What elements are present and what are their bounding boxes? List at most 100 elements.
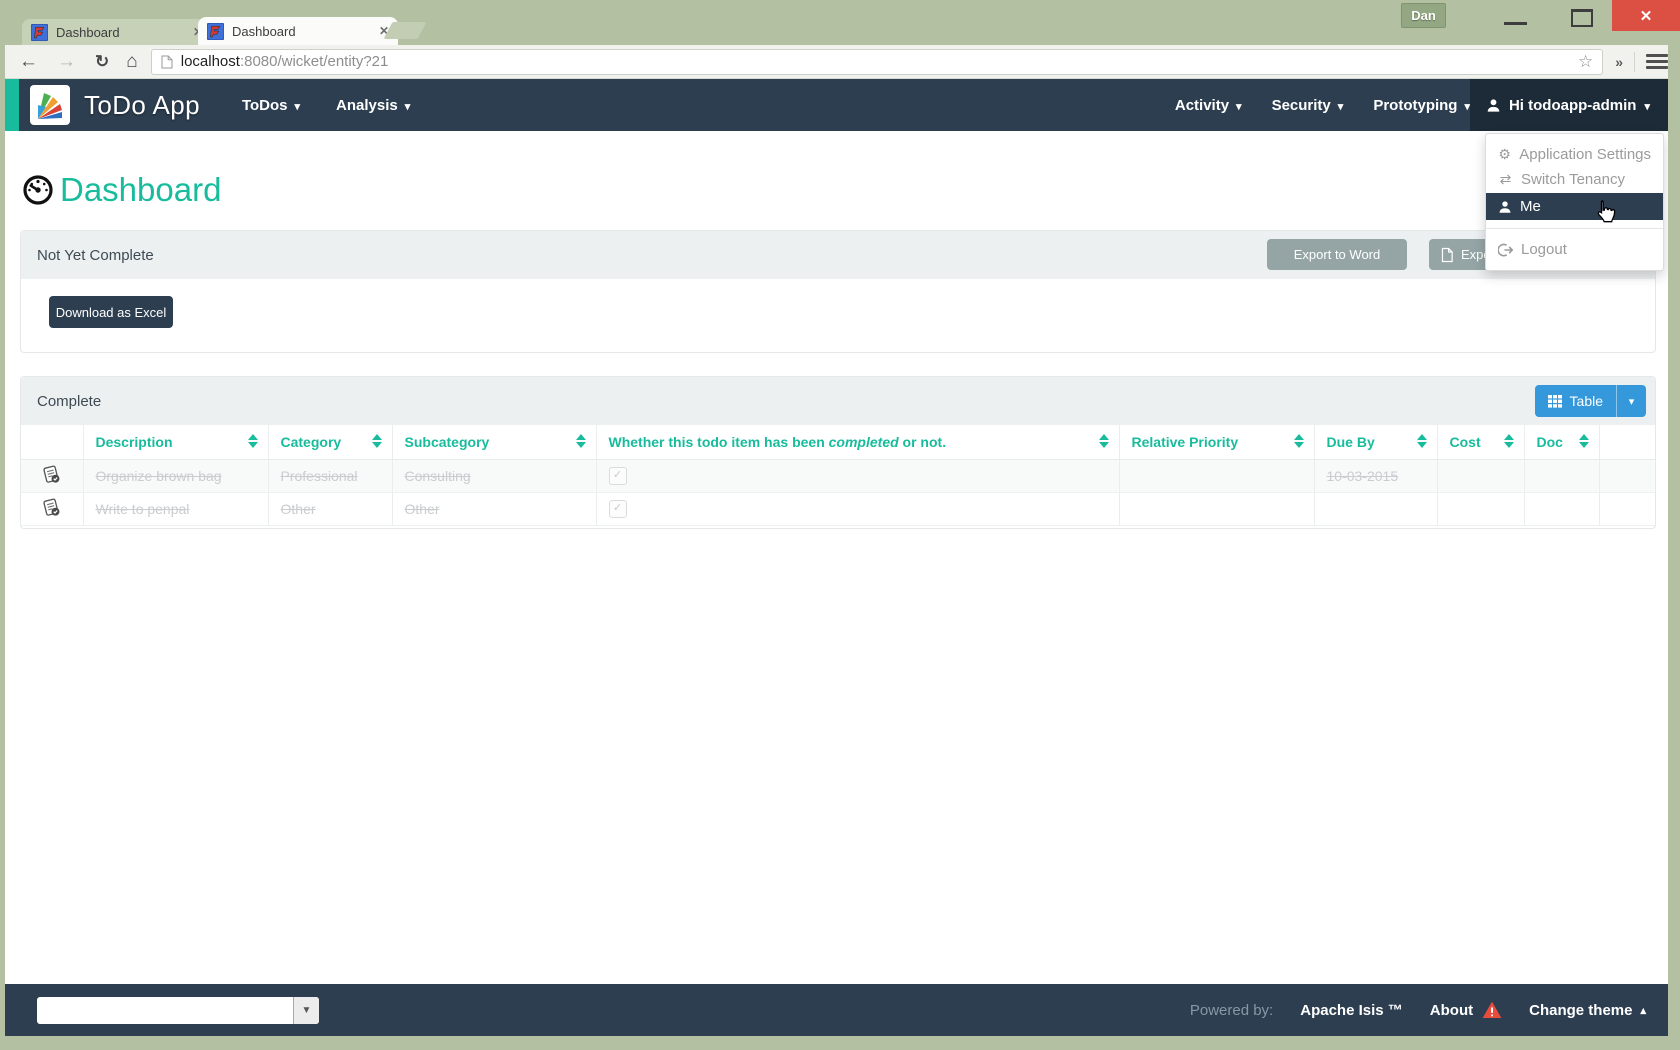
column-subcategory[interactable]: Subcategory [391,425,596,460]
logo-fan-icon [38,93,62,119]
nav-item-prototyping[interactable]: Prototyping ▾ [1373,97,1470,114]
sort-icon[interactable] [371,434,382,448]
tab-title: Dashboard [56,24,120,40]
completed-checkbox[interactable]: ✓ [608,467,627,485]
todo-item-icon [43,498,61,517]
nav-item-user[interactable]: Hi todoapp-admin ▾ [1469,79,1668,131]
cell-completed: ✓ [595,459,1119,493]
document-icon [1441,247,1453,262]
cell-category: Professional [267,459,392,493]
chevron-down-icon: ▾ [1628,395,1635,408]
cell-relative-priority [1118,492,1314,526]
column-due-by[interactable]: Due By [1313,425,1437,460]
app-brand[interactable]: ToDo App [84,90,200,121]
browser-tab-active[interactable]: Dashboard ✕ [198,17,398,45]
window-maximize-button[interactable] [1571,9,1593,27]
sort-icon[interactable] [247,434,258,448]
back-button[interactable]: ← [19,52,38,71]
cell-completed: ✓ [595,492,1119,526]
table-row[interactable]: Write to penpal Other Other ✓ [21,492,1655,526]
window-minimize-button[interactable] [1504,22,1527,25]
chevron-down-icon: ▾ [294,100,301,113]
panel-title: Not Yet Complete [37,246,154,264]
address-bar[interactable]: localhost:8080/wicket/entity?21 ☆ [150,48,1604,75]
browser-profile-badge[interactable]: Dan [1401,3,1446,28]
complete-table-body: Organize brown bag Professional Consulti… [21,459,1655,526]
sort-icon[interactable] [1293,434,1304,448]
menu-item-me[interactable]: Me [1486,193,1663,220]
change-theme-button[interactable]: Change theme ▴ [1529,1002,1646,1019]
row-icon-cell [21,492,83,526]
select-caret-button[interactable]: ▼ [293,996,319,1024]
switch-icon: ⇄ [1499,171,1512,187]
browser-tab-inactive[interactable]: Dashboard ✕ [22,19,212,45]
cell-relative-priority [1118,459,1314,493]
cell-subcategory: Other [391,492,596,526]
page-title: Dashboard [22,171,221,209]
footer-select[interactable]: ▼ [37,996,319,1024]
column-completed[interactable]: Whether this todo item has been complete… [595,425,1119,460]
url-path: :8080/wicket/entity?21 [239,53,389,70]
table-grid-icon [1547,394,1562,408]
home-button[interactable]: ⌂ [126,52,137,71]
column-spacer [1598,425,1655,460]
favicon-icon [31,23,48,41]
about-link[interactable]: About [1430,1001,1502,1019]
menu-item-application-settings[interactable]: ⚙ Application Settings [1486,142,1663,167]
row-icon-cell [21,459,83,493]
column-relative-priority[interactable]: Relative Priority [1118,425,1314,460]
sort-icon[interactable] [1578,434,1589,448]
close-icon: ✕ [1639,7,1653,25]
column-cost[interactable]: Cost [1436,425,1524,460]
table-row[interactable]: Organize brown bag Professional Consulti… [21,459,1655,493]
cell-description[interactable]: Organize brown bag [82,459,268,493]
column-description[interactable]: Description [82,425,268,460]
forward-button[interactable]: → [57,52,76,71]
new-tab-button[interactable] [383,22,427,39]
sort-icon[interactable] [1098,434,1109,448]
panel-title: Complete [37,392,102,410]
powered-by-link[interactable]: Apache Isis ™ [1300,1002,1403,1019]
table-view-button[interactable]: Table ▾ [1534,385,1646,417]
window-close-button[interactable]: ✕ [1612,0,1680,31]
sort-icon[interactable] [1416,434,1427,448]
cell-cost [1436,492,1524,526]
browser-menu-icon[interactable] [1646,54,1668,69]
nav-item-security[interactable]: Security ▾ [1272,97,1344,114]
nav-item-analysis[interactable]: Analysis ▾ [336,97,410,114]
page-title-text: Dashboard [60,171,222,208]
column-category[interactable]: Category [267,425,392,460]
table-view-caret-button[interactable]: ▾ [1616,385,1646,417]
cell-spacer [1598,492,1655,526]
nav-item-todos[interactable]: ToDos ▾ [242,97,300,114]
menu-divider [1486,228,1663,229]
cell-doc [1523,492,1599,526]
nav-item-activity[interactable]: Activity ▾ [1175,97,1242,114]
gear-icon: ⚙ [1498,146,1511,162]
sort-icon[interactable] [1503,434,1514,448]
reload-button[interactable]: ↻ [95,53,109,70]
user-icon [1487,98,1500,112]
download-as-excel-button[interactable]: Download as Excel [49,296,173,328]
todo-item-icon [43,465,61,484]
user-dropdown-menu: ⚙ Application Settings ⇄ Switch Tenancy … [1485,133,1664,271]
cell-due-by: 10-03-2015 [1313,459,1437,493]
menu-item-switch-tenancy[interactable]: ⇄ Switch Tenancy [1486,167,1663,192]
cell-category: Other [267,492,392,526]
completed-checkbox[interactable]: ✓ [608,500,627,518]
cell-cost [1436,459,1524,493]
dashboard-gauge-icon [23,175,53,205]
bookmark-star-icon[interactable]: ☆ [1578,52,1593,72]
sort-icon[interactable] [575,434,586,448]
cell-due-by [1313,492,1437,526]
chevron-down-icon: ▼ [301,1004,312,1016]
column-doc[interactable]: Doc [1523,425,1599,460]
toolbar-overflow-icon[interactable]: » [1615,54,1623,70]
panel-header: Complete Table ▾ [21,377,1655,425]
app-logo[interactable] [30,85,70,125]
panel-complete: Complete Table ▾ Description Category Su… [20,376,1656,529]
menu-item-logout[interactable]: Logout [1486,237,1663,262]
chevron-down-icon: ▾ [1236,100,1242,113]
export-to-word-button[interactable]: Export to Word [1267,239,1407,270]
cell-description[interactable]: Write to penpal [82,492,268,526]
